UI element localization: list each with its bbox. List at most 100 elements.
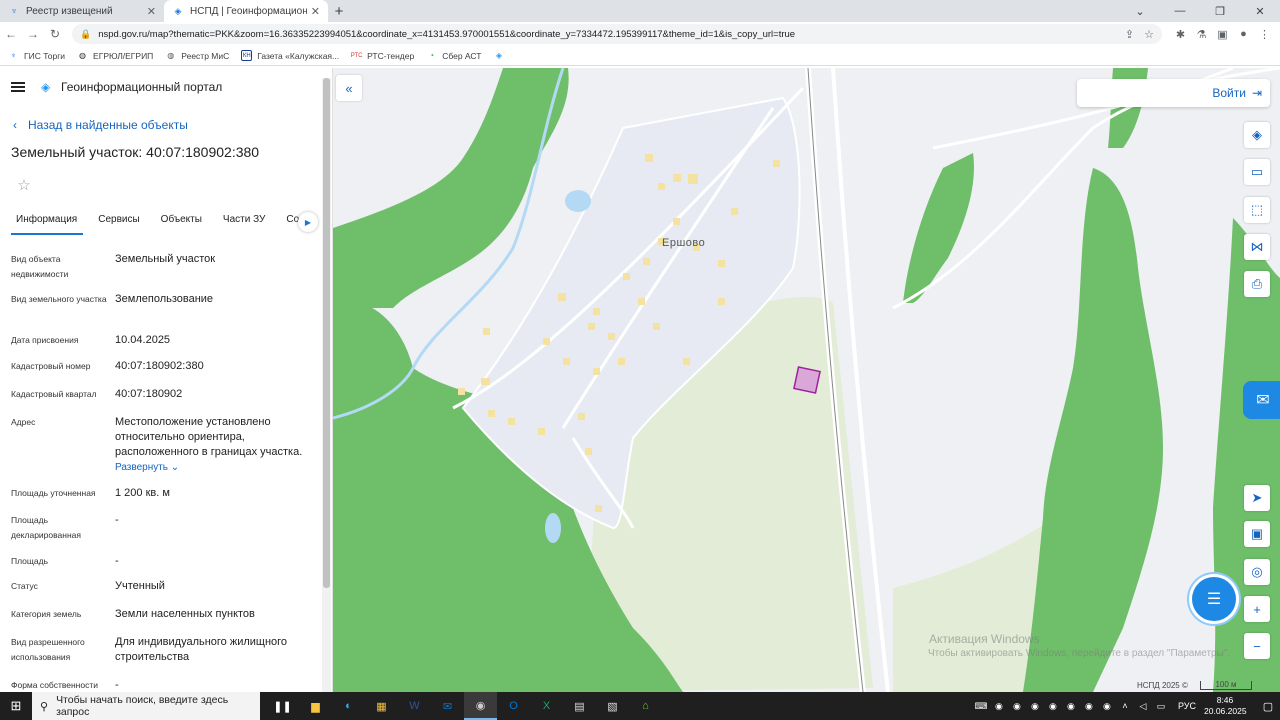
tab-parts[interactable]: Части ЗУ — [218, 208, 271, 233]
chrome-icon[interactable]: ◉ — [464, 692, 497, 720]
tray-app-icon[interactable]: ◉ — [1099, 701, 1115, 712]
panel-scrollbar[interactable] — [322, 78, 331, 692]
menu-kebab-icon[interactable]: ⋮ — [1254, 28, 1275, 41]
share-icon[interactable]: ⇪ — [1125, 28, 1134, 41]
scrollbar-thumb[interactable] — [323, 78, 330, 588]
url-input[interactable]: 🔒 nspd.gov.ru/map?thematic=PKK&zoom=16.3… — [72, 24, 1162, 44]
browser-tab-registry[interactable]: ♆ Реестр извещений ✕ — [0, 0, 164, 22]
tray-app-icon[interactable]: ◉ — [1045, 701, 1061, 712]
bookmark-item[interactable]: ◍ Реестр МиС — [165, 50, 229, 61]
minimap-button[interactable]: ▣ — [1244, 521, 1270, 547]
tab-objects[interactable]: Объекты — [156, 208, 208, 233]
excel-icon[interactable]: X — [530, 692, 563, 720]
mail-icon[interactable]: ✉ — [431, 692, 464, 720]
chat-fab-button[interactable]: ☰ — [1192, 577, 1236, 621]
close-tab-icon[interactable]: ✕ — [147, 5, 156, 18]
tray-app-icon[interactable]: ◉ — [1009, 701, 1025, 712]
map-canvas[interactable]: Ершово — [333, 68, 1280, 692]
network-icon[interactable]: ▭ — [1153, 701, 1169, 712]
plus-icon: + — [1253, 601, 1261, 617]
profile-avatar-icon[interactable]: ● — [1233, 28, 1254, 41]
attr-label: Дата присвоения — [11, 335, 79, 345]
tab-services[interactable]: Сервисы — [93, 208, 145, 233]
tray-app-icon[interactable]: ◉ — [1027, 701, 1043, 712]
task-view-icon[interactable]: ❚❚ — [266, 692, 299, 720]
zoom-out-button[interactable]: − — [1244, 633, 1270, 659]
attr-value: 10.04.2025 — [115, 334, 171, 346]
attr-label: Адрес — [11, 417, 36, 427]
object-info-panel: ◈ Геоинформационный портал ‹ Назад в най… — [0, 68, 333, 692]
back-to-results-link[interactable]: ‹ Назад в найденные объекты — [13, 118, 188, 132]
extensions-puzzle-icon[interactable]: ✱ — [1170, 28, 1191, 41]
new-tab-button[interactable]: + — [328, 0, 350, 22]
expand-link[interactable]: Развернуть ⌄ — [115, 462, 179, 473]
taskbar-search-input[interactable]: ⚲ Чтобы начать поиск, введите здесь запр… — [32, 692, 260, 720]
hamburger-menu-icon[interactable] — [11, 82, 25, 92]
share-button[interactable]: ⋈ — [1244, 234, 1270, 260]
volume-icon[interactable]: ◁ — [1135, 701, 1151, 712]
message-icon: ☰ — [1206, 591, 1222, 608]
print-button[interactable]: ⎙ — [1244, 271, 1270, 297]
chevron-left-icon: ‹ — [13, 118, 17, 132]
tray-app-icon[interactable]: ◉ — [1063, 701, 1079, 712]
tabs-scroll-right-icon[interactable]: ▶ — [298, 212, 318, 232]
select-area-button[interactable]: ⬚ — [1244, 197, 1270, 223]
favorite-star-icon[interactable]: ☆ — [11, 172, 37, 198]
calculator-icon[interactable]: ▤ — [563, 692, 596, 720]
word-icon[interactable]: W — [398, 692, 431, 720]
reload-icon[interactable]: ↻ — [44, 23, 66, 45]
forward-arrow-icon[interactable]: → — [22, 23, 44, 45]
sber-ast-icon: ◔ — [429, 51, 435, 60]
home-app-icon[interactable]: ⌂ — [629, 692, 662, 720]
login-button[interactable]: Войти ⇥ — [1077, 79, 1270, 107]
tab-information[interactable]: Информация — [11, 208, 84, 235]
bookmark-item[interactable]: КН Газета «Калужская... — [241, 50, 339, 61]
attr-value: 40:07:180902:380 — [115, 360, 204, 372]
taskbar-clock[interactable]: 8:46 20.06.2025 — [1204, 695, 1247, 717]
measure-button[interactable]: ▭ — [1244, 159, 1270, 185]
extension-icon[interactable]: ⚗ — [1191, 28, 1212, 41]
bookmark-item[interactable]: ◍ ЕГРЮЛ/ЕГРИП — [77, 50, 153, 61]
bookmark-star-icon[interactable]: ☆ — [1144, 28, 1154, 41]
outlook-icon[interactable]: O — [497, 692, 530, 720]
side-panel-icon[interactable]: ▣ — [1212, 28, 1233, 41]
bookmark-item[interactable]: ◔ Сбер АСТ — [426, 50, 481, 61]
attr-label: Вид земельного участка — [11, 294, 107, 304]
zoom-in-button[interactable]: + — [1244, 596, 1270, 622]
app-icon[interactable]: ▧ — [596, 692, 629, 720]
store-icon[interactable]: ▦ — [365, 692, 398, 720]
attr-value: 40:07:180902 — [115, 388, 183, 400]
nspd-bookmark-icon: ◈ — [495, 51, 503, 60]
collapse-panel-button[interactable]: « — [336, 75, 362, 101]
geolocate-button[interactable]: ➤ — [1244, 485, 1270, 511]
windows-taskbar: ⊞ ⚲ Чтобы начать поиск, введите здесь за… — [0, 692, 1280, 720]
show-hidden-icons-icon[interactable]: ˄ — [1117, 701, 1133, 711]
minimize-icon[interactable]: — — [1160, 0, 1200, 22]
attr-label: Вид объекта недвижимости — [11, 254, 69, 279]
location-pin-icon: ◎ — [1251, 564, 1263, 579]
browser-tab-nspd[interactable]: ◈ НСПД | Геоинформационный п ✕ — [164, 0, 328, 22]
chat-support-button[interactable]: ✉ — [1243, 381, 1280, 419]
bookmark-item[interactable]: ◈ — [493, 50, 509, 61]
tab-search-icon[interactable]: ⌄ — [1120, 0, 1160, 22]
portal-logo-icon: ◈ — [41, 80, 51, 94]
tray-app-icon[interactable]: ◉ — [1081, 701, 1097, 712]
file-explorer-icon[interactable]: ▆ — [299, 692, 332, 720]
bookmark-item[interactable]: ♆ ГИС Торги — [8, 50, 66, 61]
registry-icon: ◍ — [167, 51, 175, 60]
attr-value: Земельный участок — [115, 253, 216, 265]
notifications-icon[interactable]: ▢ — [1256, 700, 1280, 713]
windows-start-icon[interactable]: ⊞ — [0, 692, 32, 720]
bookmark-item[interactable]: РТС РТС-тендер — [351, 50, 414, 61]
restore-icon[interactable]: ❐ — [1200, 0, 1240, 22]
location-button[interactable]: ◎ — [1244, 559, 1270, 585]
back-arrow-icon[interactable]: ← — [0, 23, 22, 45]
edge-icon[interactable]: ◐ — [332, 692, 365, 720]
language-indicator[interactable]: РУС — [1178, 701, 1196, 711]
tray-app-icon[interactable]: ◉ — [991, 701, 1007, 712]
close-window-icon[interactable]: ✕ — [1240, 0, 1280, 22]
layers-button[interactable]: ◈ — [1244, 122, 1270, 148]
attr-label: Площадь уточненная — [11, 488, 96, 498]
close-tab-icon[interactable]: ✕ — [311, 5, 320, 18]
keyboard-icon[interactable]: ⌨ — [973, 701, 989, 712]
